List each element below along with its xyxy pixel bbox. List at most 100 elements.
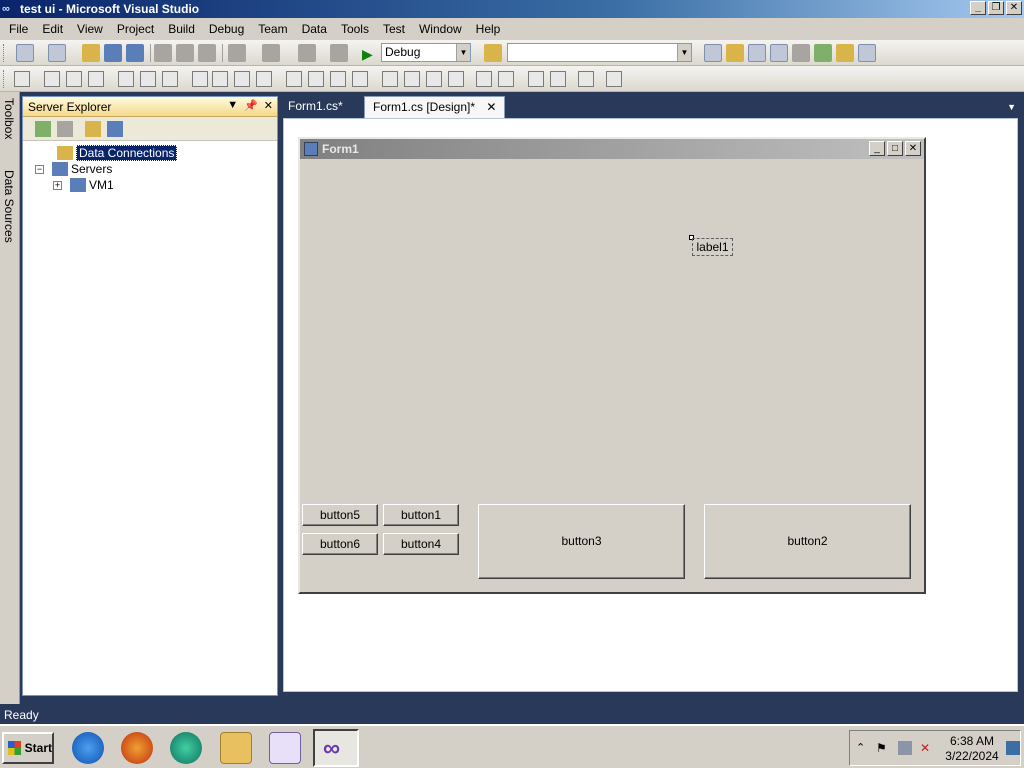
tab-form1-code[interactable]: Form1.cs*: [280, 96, 351, 118]
bring-to-front-icon[interactable]: [528, 71, 544, 87]
start-debugging-icon[interactable]: ▶: [362, 46, 373, 63]
close-button[interactable]: ✕: [1006, 1, 1022, 15]
increase-vertical-spacing-icon[interactable]: [404, 71, 420, 87]
find-combo[interactable]: ▼: [507, 43, 692, 62]
menu-team[interactable]: Team: [251, 22, 294, 36]
menu-help[interactable]: Help: [469, 22, 508, 36]
visual-studio-taskbar-button[interactable]: ∞: [313, 729, 359, 767]
size-to-grid-icon[interactable]: [212, 71, 228, 87]
tab-list-dropdown-icon[interactable]: ▼: [1007, 102, 1016, 112]
center-horizontally-icon[interactable]: [476, 71, 492, 87]
restore-button[interactable]: ❐: [988, 1, 1004, 15]
clock[interactable]: 6:38 AM 3/22/2024: [942, 734, 1002, 764]
menu-build[interactable]: Build: [161, 22, 202, 36]
lock-controls-icon[interactable]: [606, 71, 622, 87]
align-middles-icon[interactable]: [140, 71, 156, 87]
make-same-width-icon[interactable]: [192, 71, 208, 87]
open-file-icon[interactable]: [82, 44, 100, 62]
tools-icon[interactable]: [792, 44, 810, 62]
volume-muted-icon[interactable]: ✕: [920, 741, 934, 755]
decrease-horizontal-spacing-icon[interactable]: [330, 71, 346, 87]
show-desktop-icon[interactable]: [1006, 741, 1020, 755]
form1-window[interactable]: Form1 _ □ ✕ label1 button5 button1 butto…: [298, 137, 926, 594]
menu-debug[interactable]: Debug: [202, 22, 251, 36]
tab-form1-design[interactable]: Form1.cs [Design]* ✕: [364, 96, 506, 118]
window-position-dropdown-icon[interactable]: ▼: [227, 99, 238, 112]
button1[interactable]: button1: [383, 504, 459, 526]
form-close-button[interactable]: ✕: [905, 141, 921, 156]
make-same-height-icon[interactable]: [234, 71, 250, 87]
save-all-icon[interactable]: [126, 44, 144, 62]
action-center-flag-icon[interactable]: ⚑: [876, 741, 890, 755]
align-tops-icon[interactable]: [118, 71, 134, 87]
align-bottoms-icon[interactable]: [162, 71, 178, 87]
menu-project[interactable]: Project: [110, 22, 161, 36]
menu-view[interactable]: View: [70, 22, 110, 36]
internet-explorer-icon[interactable]: [72, 732, 104, 764]
tree-item-vm1[interactable]: + VM1: [53, 177, 114, 193]
vertical-spacing-icon[interactable]: [382, 71, 398, 87]
file-explorer-icon[interactable]: [220, 732, 252, 764]
menu-window[interactable]: Window: [412, 22, 469, 36]
decrease-vertical-spacing-icon[interactable]: [426, 71, 442, 87]
paste-icon[interactable]: [198, 44, 216, 62]
close-tab-icon[interactable]: ✕: [486, 100, 496, 114]
pin-icon[interactable]: 📌: [244, 99, 258, 112]
label1-control[interactable]: label1: [692, 238, 733, 256]
solution-explorer-icon[interactable]: [704, 44, 722, 62]
menu-tools[interactable]: Tools: [334, 22, 376, 36]
align-rights-icon[interactable]: [88, 71, 104, 87]
firefox-icon[interactable]: [121, 732, 153, 764]
data-sources-tab[interactable]: Data Sources: [2, 170, 16, 243]
save-icon[interactable]: [104, 44, 122, 62]
network-icon[interactable]: [898, 741, 912, 755]
form-maximize-button[interactable]: □: [887, 141, 903, 156]
menu-edit[interactable]: Edit: [35, 22, 70, 36]
new-project-icon[interactable]: [16, 44, 34, 62]
toolbox-icon[interactable]: [770, 44, 788, 62]
button2[interactable]: button2: [704, 504, 911, 579]
expand-icon[interactable]: +: [53, 180, 62, 190]
toolbar-grip[interactable]: [3, 44, 6, 62]
undo-icon[interactable]: [228, 44, 246, 62]
stop-refresh-icon[interactable]: [57, 121, 73, 137]
center-vertically-icon[interactable]: [498, 71, 514, 87]
button6[interactable]: button6: [302, 533, 378, 555]
media-player-icon[interactable]: [269, 732, 301, 764]
tree-item-servers[interactable]: − Servers: [35, 161, 112, 177]
navigate-forward-icon[interactable]: [330, 44, 348, 62]
minimize-button[interactable]: _: [970, 1, 986, 15]
align-lefts-icon[interactable]: [44, 71, 60, 87]
button4[interactable]: button4: [383, 533, 459, 555]
configuration-select[interactable]: Debug ▼: [381, 43, 471, 62]
remove-vertical-spacing-icon[interactable]: [448, 71, 464, 87]
make-same-size-icon[interactable]: [256, 71, 272, 87]
tree-item-data-connections[interactable]: Data Connections: [57, 145, 178, 161]
show-hidden-icons-chevron-icon[interactable]: ⌃: [856, 741, 870, 755]
redo-icon[interactable]: [262, 44, 280, 62]
remove-horizontal-spacing-icon[interactable]: [352, 71, 368, 87]
cut-icon[interactable]: [154, 44, 172, 62]
command-window-icon[interactable]: [858, 44, 876, 62]
connect-to-server-icon[interactable]: [107, 121, 123, 137]
object-browser-icon[interactable]: [748, 44, 766, 62]
button3[interactable]: button3: [478, 504, 685, 579]
send-to-back-icon[interactable]: [550, 71, 566, 87]
menu-test[interactable]: Test: [376, 22, 412, 36]
edge-icon[interactable]: [170, 732, 202, 764]
add-item-icon[interactable]: [48, 44, 66, 62]
menu-data[interactable]: Data: [295, 22, 334, 36]
extension-manager-icon[interactable]: [836, 44, 854, 62]
toolbar-grip[interactable]: [3, 70, 6, 88]
properties-icon[interactable]: [726, 44, 744, 62]
navigate-backward-icon[interactable]: [298, 44, 316, 62]
increase-horizontal-spacing-icon[interactable]: [308, 71, 324, 87]
menu-file[interactable]: File: [2, 22, 35, 36]
refresh-icon[interactable]: [35, 121, 51, 137]
collapse-icon[interactable]: −: [35, 164, 44, 174]
toolbox-tab[interactable]: Toolbox: [2, 98, 16, 139]
close-icon[interactable]: ✕: [264, 99, 273, 112]
tab-order-icon[interactable]: [578, 71, 594, 87]
align-centers-icon[interactable]: [66, 71, 82, 87]
horizontal-spacing-icon[interactable]: [286, 71, 302, 87]
